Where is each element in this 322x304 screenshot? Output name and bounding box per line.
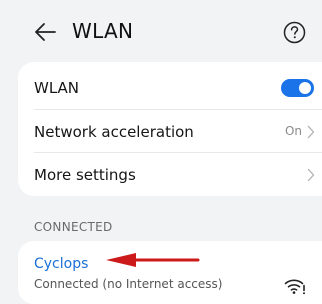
connected-section-label: CONNECTED [34,220,113,234]
annotation-arrow [106,253,200,267]
settings-card: WLAN Network acceleration On More settin… [18,62,322,196]
question-circle-icon [283,21,306,44]
network-name: Cyclops [34,256,89,272]
arrow-left-icon [35,23,56,41]
toggle-knob [299,82,311,94]
help-button[interactable] [283,21,306,44]
network-acceleration-row[interactable]: Network acceleration On [34,110,322,154]
wlan-label: WLAN [34,79,80,97]
network-acceleration-value: On [284,124,302,138]
wlan-row[interactable]: WLAN [34,66,322,110]
wlan-toggle[interactable] [281,79,314,97]
chevron-right-icon [307,168,315,182]
more-settings-row[interactable]: More settings [34,153,322,197]
back-button[interactable] [32,20,58,44]
page-title: WLAN [72,19,134,43]
header-bar: WLAN [0,0,322,64]
more-settings-label: More settings [34,166,136,184]
network-status: Connected (no Internet access) [34,277,223,291]
network-acceleration-label: Network acceleration [34,123,194,141]
chevron-right-icon [307,125,315,139]
wifi-no-internet-icon [284,279,305,295]
